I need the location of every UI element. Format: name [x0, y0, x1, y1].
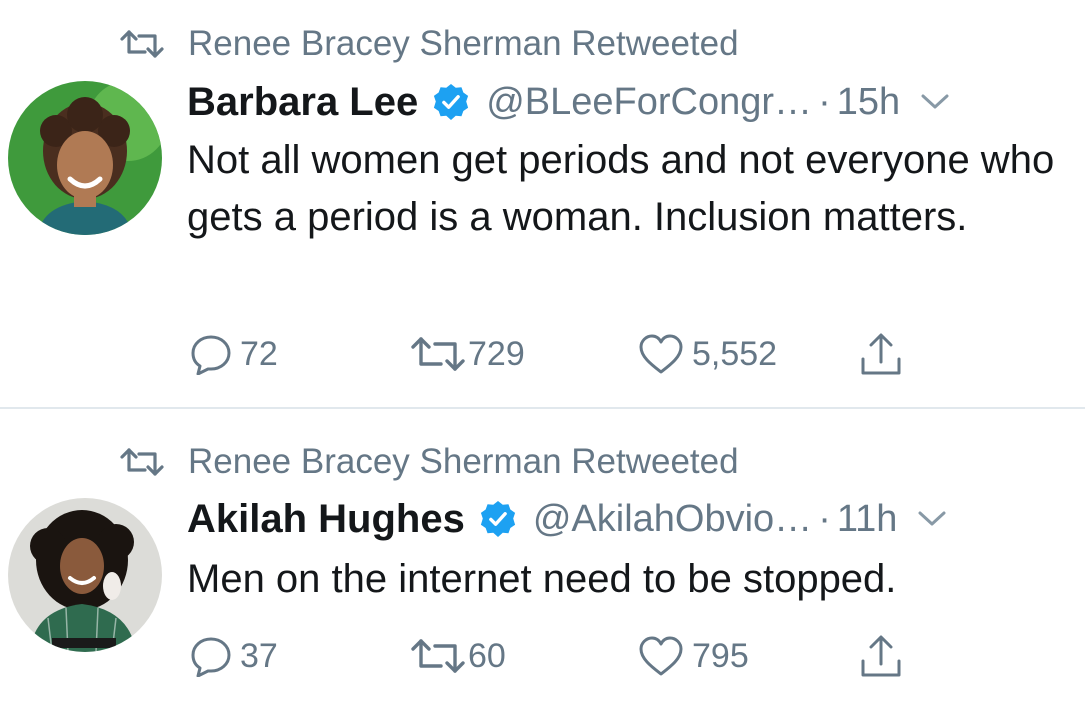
retweet-icon	[411, 337, 465, 371]
reply-count: 72	[240, 334, 278, 373]
author-handle[interactable]: @BLeeForCongr…	[486, 81, 812, 124]
retweet-count: 60	[468, 636, 506, 675]
share-icon	[861, 635, 901, 677]
retweet-context-text: Renee Bracey Sherman Retweeted	[188, 24, 739, 63]
chevron-down-icon[interactable]	[917, 509, 947, 529]
retweet-count: 729	[468, 334, 525, 373]
tweet-header: Barbara Lee @BLeeForCongr… · 15h	[187, 76, 1057, 128]
retweet-icon	[411, 639, 465, 673]
tweet[interactable]: Renee Bracey Sherman Retweeted Akilah Hu…	[0, 409, 1085, 710]
reply-icon	[191, 335, 231, 375]
author-name[interactable]: Barbara Lee	[187, 80, 418, 125]
retweet-context: Renee Bracey Sherman Retweeted	[120, 22, 739, 66]
reply-count: 37	[240, 636, 278, 675]
share-button[interactable]	[858, 630, 904, 682]
heart-icon	[639, 334, 683, 374]
share-icon	[861, 333, 901, 375]
separator-dot: ·	[818, 80, 831, 123]
reply-icon	[191, 637, 231, 677]
timestamp[interactable]: 15h	[837, 81, 900, 124]
share-button[interactable]	[858, 328, 904, 380]
like-button[interactable]: 795	[638, 630, 749, 682]
heart-icon	[639, 636, 683, 676]
tweet-text: Not all women get periods and not everyo…	[187, 138, 1055, 239]
retweet-button[interactable]: 60	[410, 630, 506, 682]
tweet-header: Akilah Hughes @AkilahObvio… · 11h	[187, 493, 1057, 545]
reply-button[interactable]: 72	[190, 328, 278, 380]
retweet-icon	[120, 30, 164, 58]
retweet-context-text: Renee Bracey Sherman Retweeted	[188, 442, 739, 481]
tweet-actions: 37 60 795	[0, 630, 1085, 682]
tweet[interactable]: Renee Bracey Sherman Retweeted Barbara L…	[0, 0, 1085, 407]
like-count: 5,552	[692, 334, 778, 373]
retweet-context: Renee Bracey Sherman Retweeted	[120, 440, 739, 484]
retweet-button[interactable]: 729	[410, 328, 525, 380]
retweet-icon	[120, 448, 164, 476]
separator-dot: ·	[818, 497, 831, 540]
verified-badge-icon	[480, 500, 515, 538]
tweet-text: Men on the internet need to be stopped.	[187, 557, 897, 601]
timestamp[interactable]: 11h	[837, 498, 898, 541]
avatar[interactable]	[8, 498, 162, 652]
tweet-actions: 72 729 5,552	[0, 328, 1085, 380]
author-handle[interactable]: @AkilahObvio…	[533, 498, 812, 541]
like-button[interactable]: 5,552	[638, 328, 777, 380]
reply-button[interactable]: 37	[190, 630, 278, 682]
avatar[interactable]	[8, 81, 162, 235]
author-name[interactable]: Akilah Hughes	[187, 497, 465, 542]
verified-badge-icon	[434, 83, 469, 121]
chevron-down-icon[interactable]	[920, 92, 950, 112]
like-count: 795	[692, 636, 749, 675]
